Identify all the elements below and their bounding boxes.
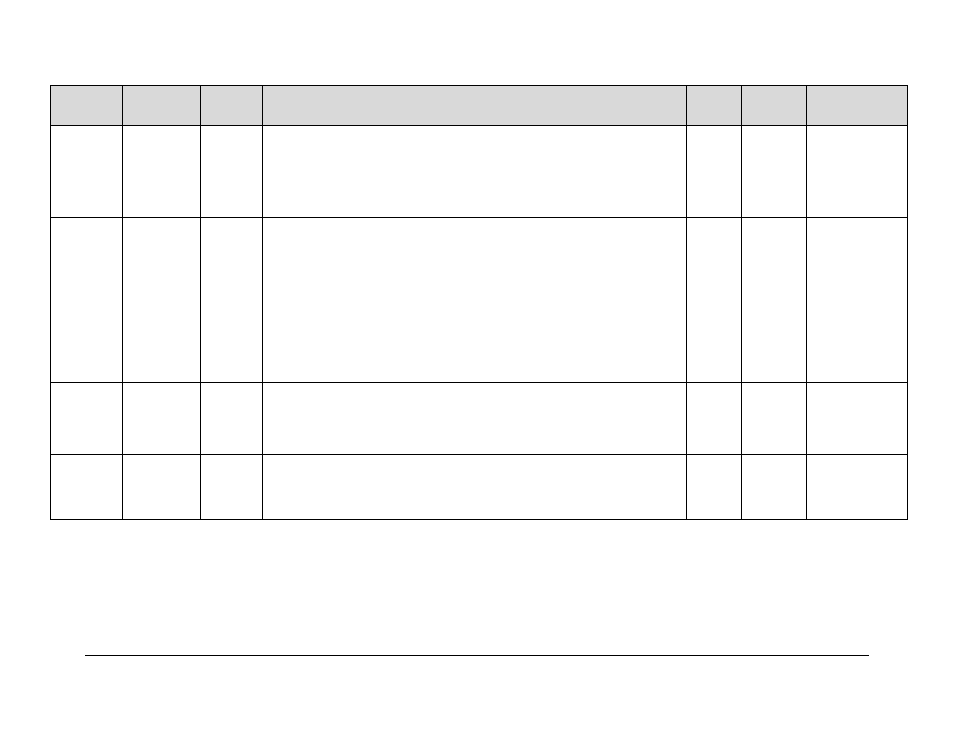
table-row	[51, 383, 908, 455]
header-cell	[262, 86, 687, 126]
table-cell	[200, 455, 262, 520]
table-cell	[807, 383, 908, 455]
table-cell	[742, 455, 807, 520]
table-cell	[262, 383, 687, 455]
header-cell	[807, 86, 908, 126]
data-table	[50, 85, 908, 520]
table-row	[51, 455, 908, 520]
table-cell	[262, 218, 687, 383]
table-cell	[807, 455, 908, 520]
table-cell	[200, 126, 262, 218]
table-cell	[51, 126, 123, 218]
table-cell	[51, 383, 123, 455]
table-cell	[687, 126, 742, 218]
table-cell	[200, 218, 262, 383]
table-cell	[742, 383, 807, 455]
table-cell	[687, 455, 742, 520]
table-row	[51, 126, 908, 218]
table-header-row	[51, 86, 908, 126]
header-cell	[122, 86, 200, 126]
table-cell	[122, 218, 200, 383]
table-cell	[51, 218, 123, 383]
table-cell	[51, 455, 123, 520]
page-container	[50, 85, 908, 520]
table-cell	[687, 383, 742, 455]
header-cell	[687, 86, 742, 126]
table-cell	[122, 126, 200, 218]
header-cell	[51, 86, 123, 126]
horizontal-rule	[85, 655, 869, 656]
table-cell	[807, 126, 908, 218]
table-cell	[262, 126, 687, 218]
table-cell	[742, 126, 807, 218]
header-cell	[200, 86, 262, 126]
table-cell	[807, 218, 908, 383]
table-row	[51, 218, 908, 383]
table-cell	[262, 455, 687, 520]
table-cell	[742, 218, 807, 383]
table-cell	[122, 383, 200, 455]
table-cell	[687, 218, 742, 383]
table-cell	[200, 383, 262, 455]
header-cell	[742, 86, 807, 126]
table-cell	[122, 455, 200, 520]
